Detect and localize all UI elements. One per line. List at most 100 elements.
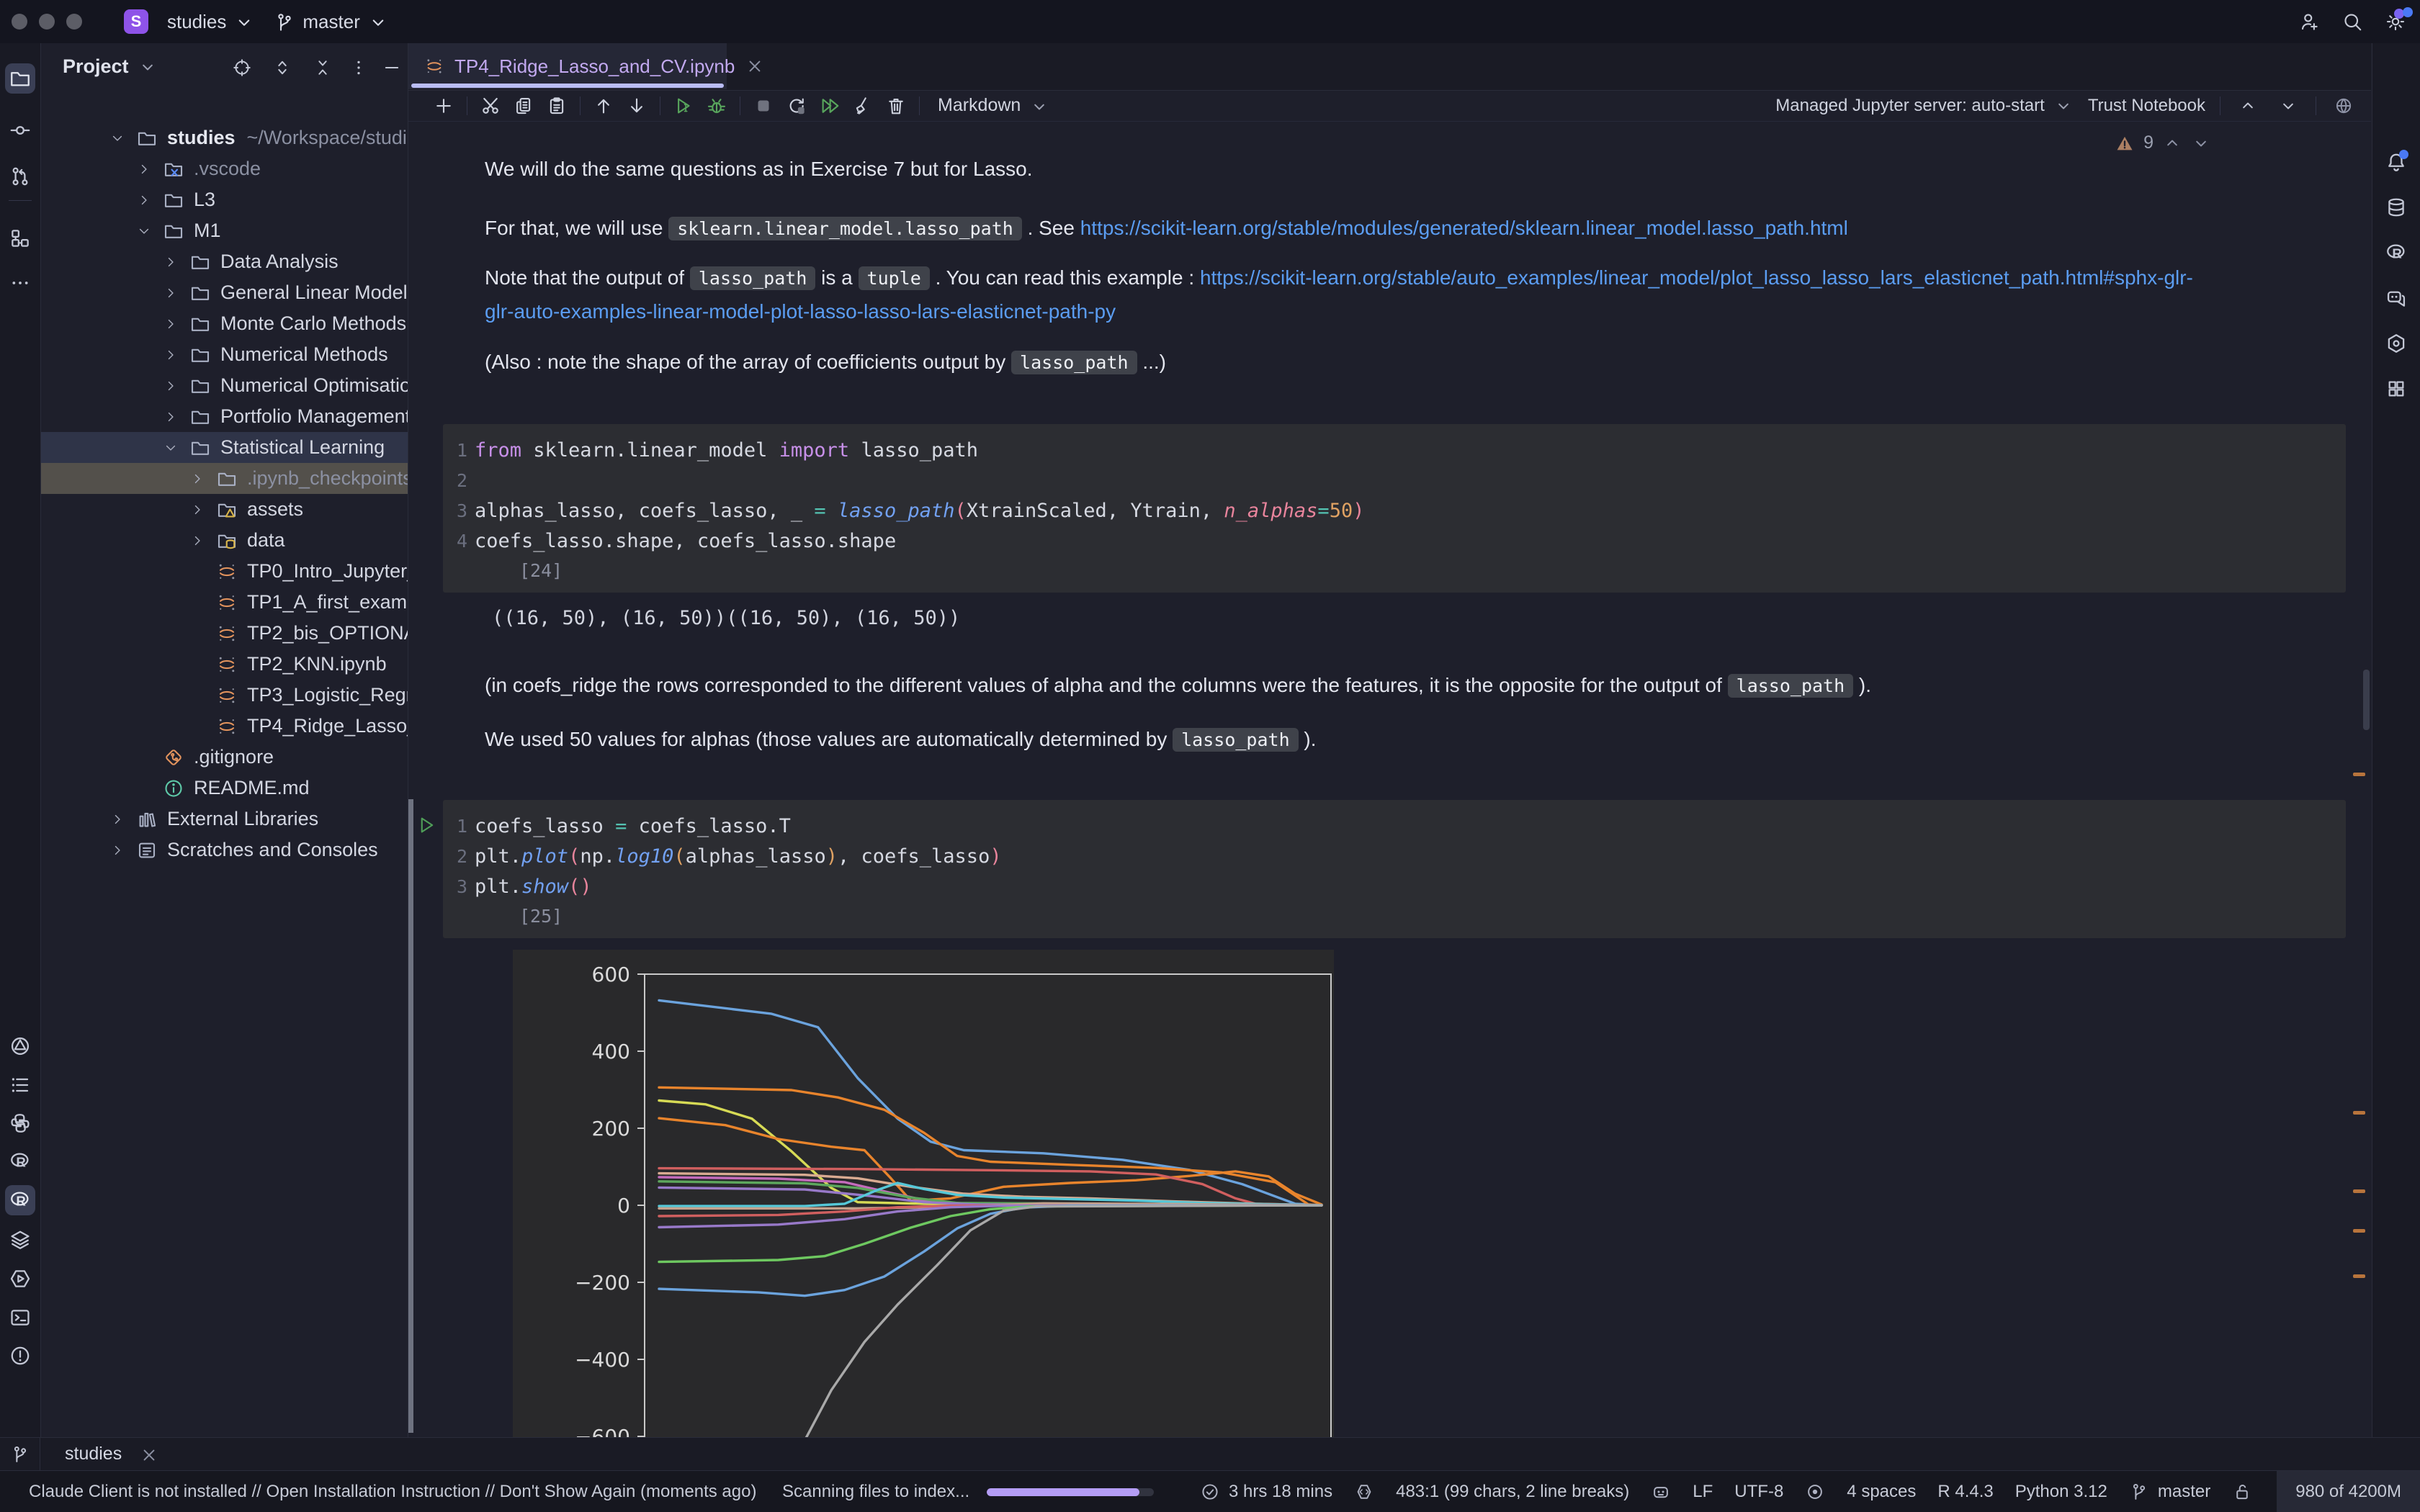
record-icon[interactable]	[1805, 1482, 1825, 1502]
strip-r-packages-button[interactable]: R	[5, 1185, 35, 1215]
strip-r-console-button[interactable]: R	[5, 1146, 35, 1176]
window-minimize-button[interactable]	[39, 14, 55, 30]
browser-preview-button[interactable]	[2331, 94, 2357, 117]
next-cell-button[interactable]	[2275, 94, 2301, 117]
strip-pull-request-button[interactable]	[5, 161, 35, 192]
git-toolwindow-button[interactable]	[0, 1438, 40, 1471]
stop-button[interactable]	[747, 92, 780, 120]
window-zoom-button[interactable]	[66, 14, 82, 30]
run-all-button[interactable]	[813, 92, 846, 120]
tree-row--vscode[interactable]: .vscode	[41, 153, 408, 184]
memory-indicator[interactable]: 980 of 4200M	[2277, 1471, 2420, 1512]
restart-button[interactable]	[780, 92, 813, 120]
toolwindow-tab-studies[interactable]: studies	[65, 1444, 159, 1464]
tree-row-data-analysis[interactable]: Data Analysis	[41, 246, 408, 277]
line-ending-selector[interactable]: LF	[1693, 1482, 1713, 1502]
tree-row-external-libraries[interactable]: External Libraries	[41, 804, 408, 834]
window-close-button[interactable]	[12, 14, 27, 30]
tree-row-readme-md[interactable]: README.md	[41, 773, 408, 804]
cell-type-select[interactable]: Markdown	[938, 95, 1049, 116]
paste-button[interactable]	[540, 92, 573, 120]
code-line[interactable]: 2plt.plot(np.log10(alphas_lasso), coefs_…	[447, 842, 2346, 872]
error-stripe-mark[interactable]	[2353, 1189, 2365, 1193]
git-branch-widget[interactable]: master	[2129, 1482, 2210, 1502]
inspections-widget[interactable]: 9	[2115, 132, 2211, 153]
clean-button[interactable]	[846, 92, 879, 120]
strip-todo-button[interactable]	[5, 1070, 35, 1100]
code-line[interactable]: 3plt.show()	[447, 872, 2346, 902]
tree-row--ipynb-checkpoints[interactable]: .ipynb_checkpoints	[41, 463, 408, 494]
trust-notebook-button[interactable]: Trust Notebook	[2088, 96, 2205, 116]
add-button[interactable]	[427, 92, 460, 120]
strip-bell-button[interactable]	[2381, 147, 2411, 177]
tree-row-numerical-optimisation[interactable]: Numerical Optimisation	[41, 370, 408, 401]
tree-row-numerical-methods[interactable]: Numerical Methods	[41, 339, 408, 370]
panel-options-button[interactable]	[344, 52, 374, 82]
strip-r-lang-button[interactable]: R	[2381, 238, 2411, 268]
tree-row-m1[interactable]: M1	[41, 215, 408, 246]
session-time[interactable]: 3 hrs 18 mins	[1200, 1482, 1332, 1502]
strip-plugin-button[interactable]	[2381, 374, 2411, 404]
error-stripe-mark[interactable]	[2353, 773, 2365, 776]
code-line[interactable]: 1coefs_lasso = coefs_lasso.T	[447, 811, 2346, 842]
locate-file-button[interactable]	[227, 52, 257, 82]
code-line[interactable]: 3alphas_lasso, coefs_lasso, _ = lasso_pa…	[447, 496, 2346, 526]
copy-button[interactable]	[507, 92, 540, 120]
run-cell-gutter-button[interactable]	[416, 813, 437, 836]
close-icon[interactable]	[745, 56, 765, 76]
tree-row--gitignore[interactable]: .gitignore	[41, 742, 408, 773]
lock-open-icon[interactable]	[2232, 1482, 2252, 1502]
tree-row-scratches-and-consoles[interactable]: Scratches and Consoles	[41, 834, 408, 865]
python-interpreter[interactable]: Python 3.12	[2015, 1482, 2107, 1502]
strip-layers-button[interactable]	[5, 1225, 35, 1255]
share-button[interactable]	[2290, 6, 2328, 37]
tree-row-tp4-ridge-lasso-and-cv-ip[interactable]: TP4_Ridge_Lasso_and_CV.ip	[41, 711, 408, 742]
expand-all-button[interactable]	[267, 52, 297, 82]
strip-ai-assistant-button[interactable]	[2381, 283, 2411, 313]
strip-project-folder-button[interactable]	[5, 63, 35, 94]
tree-row-general-linear-models[interactable]: General Linear Models	[41, 277, 408, 308]
code-cell[interactable]: 1coefs_lasso = coefs_lasso.T2plt.plot(np…	[443, 800, 2346, 938]
tree-row-data[interactable]: data	[41, 525, 408, 556]
hide-panel-button[interactable]	[377, 52, 407, 82]
tree-row-monte-carlo-methods[interactable]: Monte Carlo Methods	[41, 308, 408, 339]
tree-row-tp0-intro-jupyter-python-ip[interactable]: TP0_Intro_Jupyter_Python.ip	[41, 556, 408, 587]
tab-notebook[interactable]: TP4_Ridge_Lasso_and_CV.ipynb	[408, 43, 727, 89]
error-stripe-mark[interactable]	[2353, 1229, 2365, 1233]
strip-graphql-button[interactable]	[5, 1031, 35, 1061]
tree-row-studies[interactable]: studies~/Workspace/studies	[41, 122, 408, 153]
strip-database-button[interactable]	[2381, 192, 2411, 222]
strip-commit-button[interactable]	[5, 115, 35, 145]
strip-hexagon-button[interactable]	[2381, 328, 2411, 359]
project-selector[interactable]: studies	[167, 10, 255, 33]
tree-row-tp2-knn-ipynb[interactable]: TP2_KNN.ipynb	[41, 649, 408, 680]
jupyter-server-select[interactable]: Managed Jupyter server: auto-start	[1775, 96, 2074, 117]
caret-position[interactable]: 483:1 (99 chars, 2 line breaks)	[1396, 1482, 1629, 1502]
chevron-down-icon[interactable]	[138, 55, 158, 78]
code-line[interactable]: 2	[447, 466, 2346, 496]
close-icon[interactable]	[139, 1444, 159, 1464]
arrow-down-button[interactable]	[620, 92, 653, 120]
error-stripe-mark[interactable]	[2353, 1274, 2365, 1278]
strip-problems-button[interactable]	[5, 1341, 35, 1371]
search-everywhere-button[interactable]	[2334, 6, 2371, 37]
ai-assistant-icon[interactable]	[1651, 1482, 1671, 1502]
code-hexagon-icon[interactable]	[1354, 1482, 1374, 1502]
chevron-down-icon[interactable]	[2191, 132, 2211, 153]
tree-row-tp2-bis-optional-ipynb[interactable]: TP2_bis_OPTIONAL.ipynb	[41, 618, 408, 649]
hyperlink[interactable]: https://scikit-learn.org/stable/modules/…	[1080, 217, 1848, 239]
r-interpreter[interactable]: R 4.4.3	[1937, 1482, 1993, 1502]
tree-row-l3[interactable]: L3	[41, 184, 408, 215]
run-button[interactable]	[667, 92, 700, 120]
branch-selector[interactable]: master	[274, 10, 388, 33]
cut-button[interactable]	[474, 92, 507, 120]
status-notification[interactable]: Claude Client is not installed // Open I…	[29, 1482, 756, 1502]
error-stripe-mark[interactable]	[2353, 1111, 2365, 1115]
strip-more-button[interactable]	[5, 268, 35, 298]
strip-structure-button[interactable]	[5, 223, 35, 253]
indent-selector[interactable]: 4 spaces	[1847, 1482, 1916, 1502]
tree-row-assets[interactable]: assets	[41, 494, 408, 525]
delete-button[interactable]	[879, 92, 913, 120]
debug-button[interactable]	[700, 92, 733, 120]
code-line[interactable]: 4coefs_lasso.shape, coefs_lasso.shape	[447, 526, 2346, 557]
